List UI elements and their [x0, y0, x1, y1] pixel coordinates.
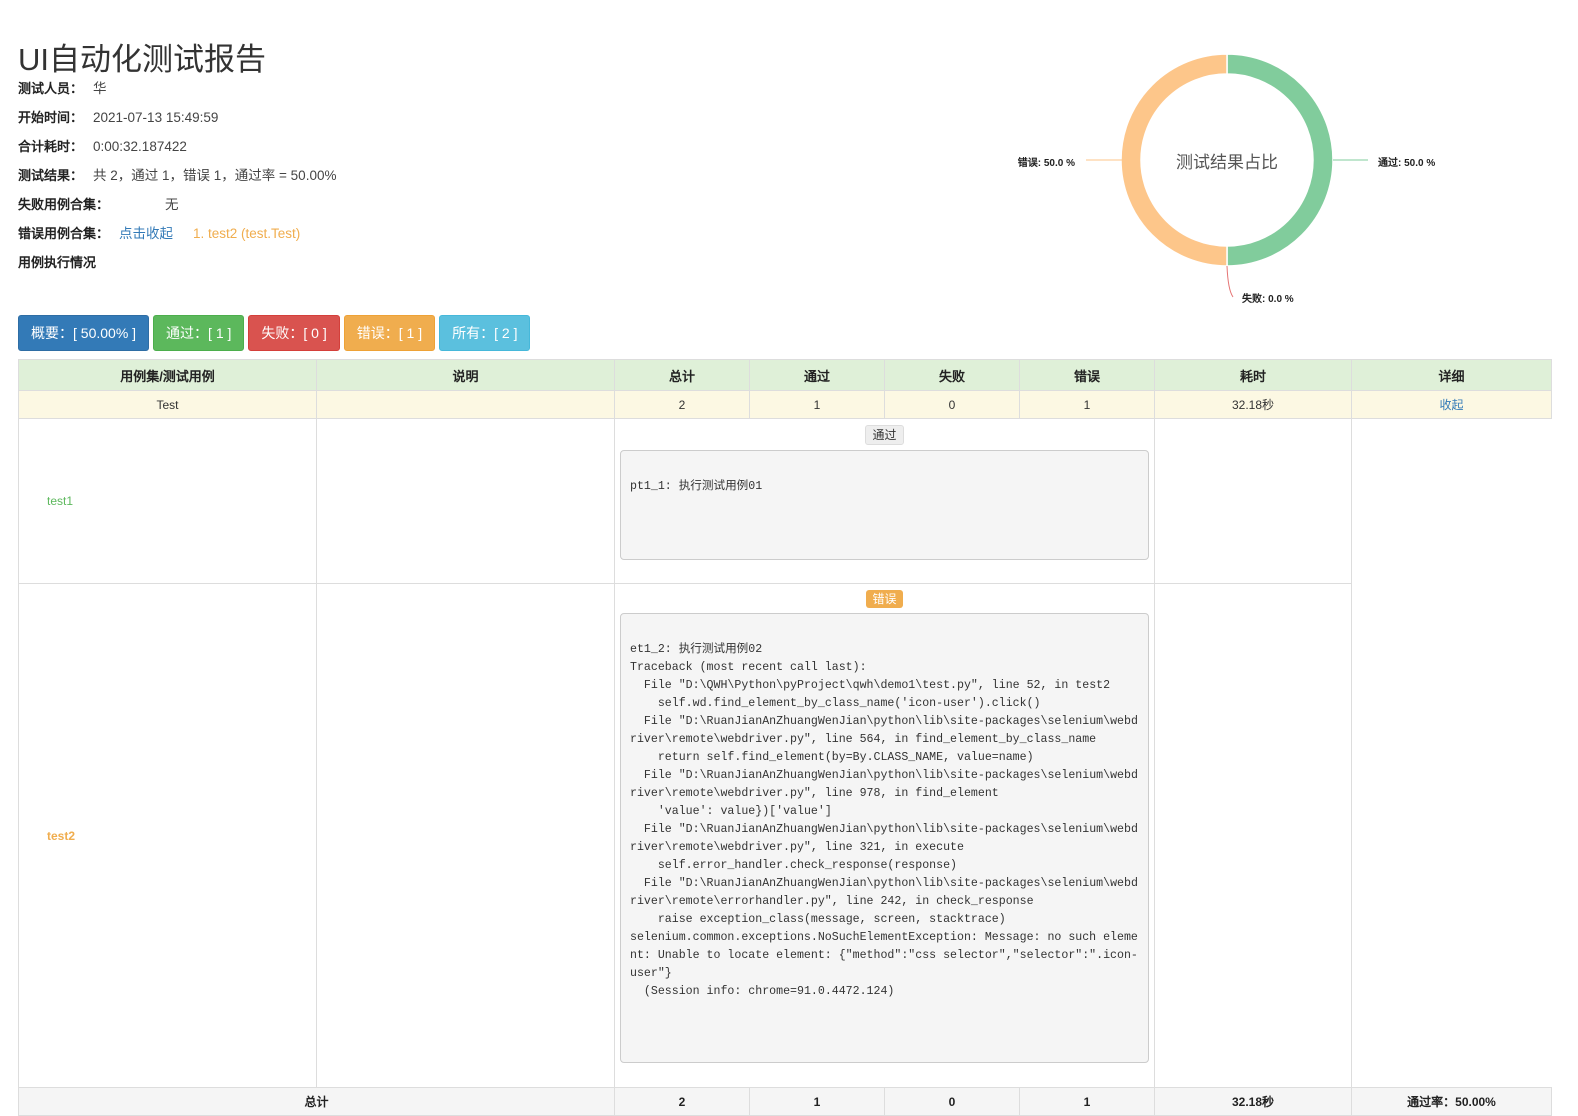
report-info: 测试人员： 华 开始时间： 2021-07-13 15:49:59 合计耗时： 0:0… — [18, 78, 336, 281]
chart-label-error: 错误: 50.0 % — [1018, 156, 1075, 169]
label-line-fail — [1226, 265, 1234, 298]
chart-label-pass: 通过: 50.0 % — [1378, 156, 1435, 169]
duration-row: 合计耗时： 0:00:32.187422 — [18, 136, 336, 165]
suite-description — [316, 390, 615, 419]
tester-label: 测试人员： — [18, 81, 84, 96]
suite-name: Test — [18, 390, 317, 419]
total-pass: 1 — [749, 1087, 885, 1116]
header-pass: 通过 — [749, 359, 885, 391]
error-filter-button[interactable]: 错误：[ 1 ] — [343, 315, 436, 351]
suite-total: 2 — [614, 390, 750, 419]
result-value: 共 2，通过 1，错误 1，通过率 = 50.00% — [93, 168, 337, 183]
result-label: 测试结果： — [18, 168, 84, 183]
suite-row: Test 2 1 0 1 32.18秒 收起 — [18, 390, 1552, 419]
case-name-test2: test2 — [18, 583, 317, 1088]
error-case-item[interactable]: 1. test2 (test.Test) — [193, 226, 300, 241]
status-badge-error[interactable]: 错误 — [866, 590, 903, 608]
result-row: 测试结果： 共 2，通过 1，错误 1，通过率 = 50.00% — [18, 165, 336, 194]
table-row: test2 错误 et1_2: 执行测试用例02 Traceback (most… — [18, 583, 1552, 1088]
table-row: test1 通过 pt1_1: 执行测试用例01 — [18, 418, 1552, 584]
suite-detail-cell: 收起 — [1351, 390, 1552, 419]
total-label: 总计 — [18, 1087, 615, 1116]
case-empty-cell — [1154, 583, 1352, 1088]
case-detail-cell: 通过 pt1_1: 执行测试用例01 — [614, 418, 1155, 584]
start-time-value: 2021-07-13 15:49:59 — [93, 110, 219, 125]
error-cases-label: 错误用例合集： — [18, 226, 110, 241]
suite-collapse-link[interactable]: 收起 — [1439, 398, 1463, 412]
case-description — [316, 418, 615, 584]
failed-cases-value: 无 — [165, 197, 179, 212]
error-cases-toggle-link[interactable]: 点击收起 — [119, 226, 173, 241]
header-total: 总计 — [614, 359, 750, 391]
summary-filter-button[interactable]: 概要：[ 50.00% ] — [18, 315, 150, 351]
header-error: 错误 — [1019, 359, 1155, 391]
case-detail-cell: 错误 et1_2: 执行测试用例02 Traceback (most recen… — [614, 583, 1155, 1088]
failed-cases-label: 失败用例合集： — [18, 197, 110, 212]
error-cases-row: 错误用例合集： 点击收起 1. test2 (test.Test) — [18, 223, 336, 252]
case-description — [316, 583, 615, 1088]
suite-error: 1 — [1019, 390, 1155, 419]
case-output-test2: et1_2: 执行测试用例02 Traceback (most recent c… — [620, 613, 1149, 1063]
case-empty-cell — [1154, 418, 1352, 584]
suite-fail: 0 — [884, 390, 1020, 419]
table-header-row: 用例集/测试用例 说明 总计 通过 失败 错误 耗时 详细 — [18, 359, 1552, 391]
results-table: 用例集/测试用例 说明 总计 通过 失败 错误 耗时 详细 Test 2 1 0… — [18, 359, 1552, 1116]
suite-time: 32.18秒 — [1154, 390, 1352, 419]
header-time: 耗时 — [1154, 359, 1352, 391]
case-output-test1: pt1_1: 执行测试用例01 — [620, 450, 1149, 560]
tester-row: 测试人员： 华 — [18, 78, 336, 107]
header-fail: 失败 — [884, 359, 1020, 391]
report-title: UI自动化测试报告 — [18, 42, 266, 77]
status-badge-pass[interactable]: 通过 — [865, 425, 904, 445]
fail-filter-button[interactable]: 失败：[ 0 ] — [248, 315, 340, 351]
chart-center-title: 测试结果占比 — [1176, 153, 1278, 172]
execution-label: 用例执行情况 — [18, 255, 97, 270]
total-row: 总计 2 1 0 1 32.18秒 通过率：50.00% — [18, 1087, 1552, 1116]
failed-cases-row: 失败用例合集： 无 — [18, 194, 336, 223]
total-fail: 0 — [884, 1087, 1020, 1116]
filter-buttons: 概要：[ 50.00% ] 通过：[ 1 ] 失败：[ 0 ] 错误：[ 1 ]… — [18, 315, 531, 351]
start-time-label: 开始时间： — [18, 110, 84, 125]
tester-value: 华 — [93, 81, 107, 96]
total-count: 2 — [614, 1087, 750, 1116]
total-pass-rate: 通过率：50.00% — [1351, 1087, 1552, 1116]
start-time-row: 开始时间： 2021-07-13 15:49:59 — [18, 107, 336, 136]
suite-pass: 1 — [749, 390, 885, 419]
header-detail: 详细 — [1351, 359, 1552, 391]
header-suite-case: 用例集/测试用例 — [18, 359, 317, 391]
chart-label-fail: 失败: 0.0 % — [1242, 292, 1294, 305]
header-description: 说明 — [316, 359, 615, 391]
total-error: 1 — [1019, 1087, 1155, 1116]
duration-value: 0:00:32.187422 — [93, 139, 187, 154]
duration-label: 合计耗时： — [18, 139, 84, 154]
pass-filter-button[interactable]: 通过：[ 1 ] — [153, 315, 245, 351]
case-name-test1: test1 — [18, 418, 317, 584]
total-time: 32.18秒 — [1154, 1087, 1352, 1116]
result-donut-chart: 测试结果占比 通过: 50.0 % 错误: 50.0 % 失败: 0.0 % — [1018, 53, 1435, 305]
all-filter-button[interactable]: 所有：[ 2 ] — [439, 315, 531, 351]
execution-row: 用例执行情况 — [18, 252, 336, 281]
